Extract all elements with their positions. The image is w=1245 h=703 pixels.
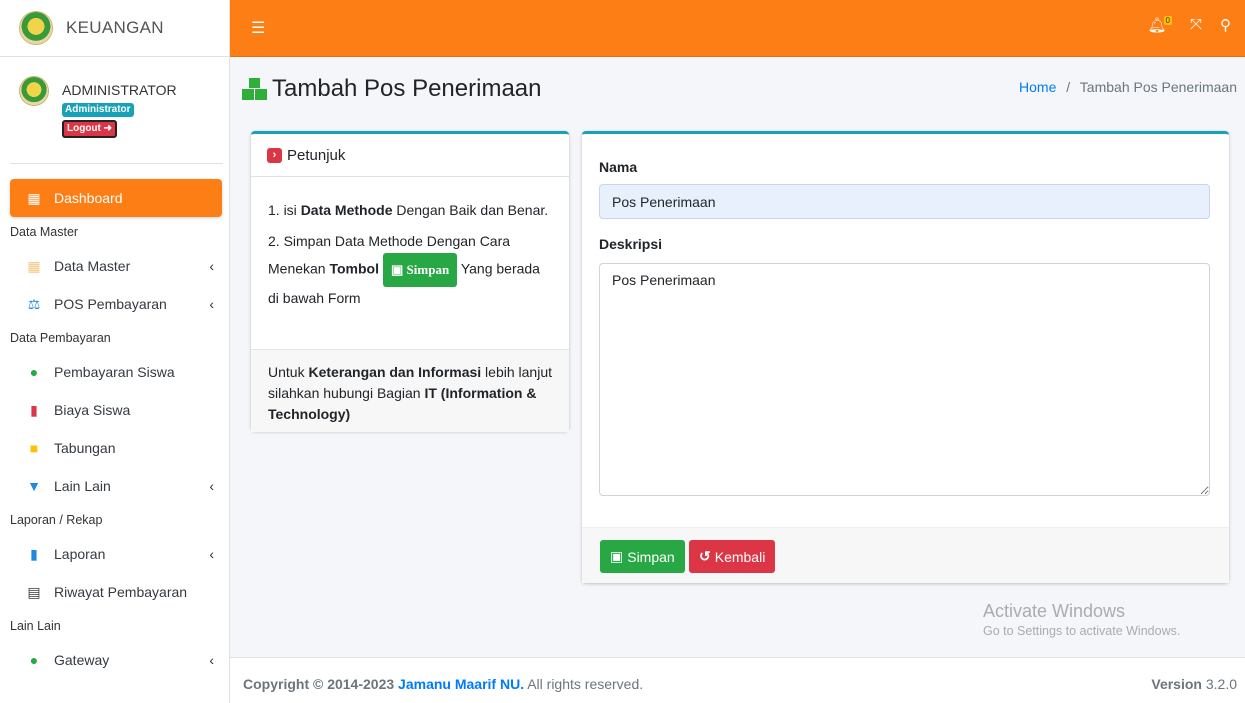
sidebar-divider	[10, 163, 223, 164]
nav-header-data-pembayaran: Data Pembayaran	[10, 331, 111, 345]
brand-link[interactable]: KEUANGAN	[0, 0, 229, 57]
user-icon[interactable]: ⚲	[1220, 16, 1231, 34]
sidebar-item-label: Dashboard	[54, 190, 123, 206]
chevron-left-icon: ‹	[209, 296, 214, 312]
nama-label: Nama	[599, 159, 638, 175]
sidebar-item-riwayat-pembayaran[interactable]: ▤ Riwayat Pembayaran	[10, 573, 222, 611]
file-invoice-icon: ▮	[30, 401, 38, 418]
logout-icon: ➜	[103, 123, 113, 134]
notification-bell-icon[interactable]: 🔔︎0	[1147, 16, 1172, 34]
breadcrumb-separator: /	[1066, 79, 1071, 95]
sidebar-item-pos-pembayaran[interactable]: ⚖ POS Pembayaran ‹	[10, 285, 222, 323]
sidebar-item-dashboard[interactable]: ▦ Dashboard	[10, 179, 222, 217]
form-card: Nama Deskripsi Pos Penerimaan ▣Simpan ↺K…	[582, 131, 1229, 583]
logout-label: Logout	[67, 123, 101, 134]
sidebar-item-label: Tabungan	[54, 440, 116, 456]
sidebar-item-label: Data Master	[54, 258, 131, 274]
example-save-button: ▣ Simpan	[383, 253, 458, 287]
sidebar-item-label: Riwayat Pembayaran	[54, 584, 188, 600]
sidebar-item-label: Biaya Siswa	[54, 402, 131, 418]
petunjuk-title: Petunjuk	[287, 146, 346, 164]
undo-icon: ↺	[699, 548, 711, 564]
user-panel: ADMINISTRATOR Administrator Logout ➜	[0, 57, 229, 163]
fullscreen-icon[interactable]: ⤧	[1190, 16, 1202, 34]
sidebar-item-biaya-siswa[interactable]: ▮ Biaya Siswa	[10, 391, 222, 429]
sidebar-item-laporan[interactable]: ▮ Laporan ‹	[10, 535, 222, 573]
content-header: Tambah Pos Penerimaan Home / Tambah Pos …	[230, 57, 1245, 127]
hamburger-menu-icon[interactable]: ☰	[251, 18, 265, 38]
petunjuk-step-2: 2. Simpan Data Methode Dengan Cara Menek…	[268, 233, 540, 306]
role-badge: Administrator	[62, 103, 134, 117]
form-footer: ▣ Simpan ↺ Kembali	[582, 527, 1229, 583]
chevron-left-icon: ‹	[209, 258, 214, 274]
sidebar-item-pembayaran-siswa[interactable]: ● Pembayaran Siswa	[10, 353, 222, 391]
wechat-icon: ●	[29, 652, 39, 668]
boxes-icon	[242, 78, 268, 100]
brand-title: KEUANGAN	[66, 18, 164, 37]
sidebar-item-label: Gateway	[54, 652, 110, 668]
dollar-circle-icon: ●	[29, 364, 39, 380]
watermark-subtitle: Go to Settings to activate Windows.	[983, 624, 1181, 638]
sidebar-item-label: Lain Lain	[54, 478, 111, 494]
nav-header-data-master: Data Master	[10, 225, 79, 239]
nav-header-lain-lain: Lain Lain	[10, 619, 61, 633]
sidebar-item-tabungan[interactable]: ■ Tabungan	[10, 429, 222, 467]
petunjuk-card: › Petunjuk 1. isi Data Methode Dengan Ba…	[251, 131, 569, 432]
sidebar-item-gateway[interactable]: ● Gateway ‹	[10, 641, 222, 679]
sidebar-item-label: Pembayaran Siswa	[54, 364, 175, 380]
sidebar-item-label: Laporan	[54, 546, 106, 562]
funnel-dollar-icon: ▼	[27, 478, 41, 494]
watermark-title: Activate Windows	[983, 601, 1126, 621]
copy-icon: ▮	[30, 545, 38, 562]
save-icon: ▣	[610, 548, 624, 564]
clipboard-list-icon: ▤	[27, 583, 41, 600]
chevron-left-icon: ‹	[209, 546, 214, 562]
sidebar-nav: ▦ Dashboard Data Master ▦ Data Master ‹ …	[0, 179, 230, 679]
sidebar-item-lain-lain[interactable]: ▼ Lain Lain ‹	[10, 467, 222, 505]
logout-button[interactable]: Logout ➜	[62, 120, 118, 138]
user-avatar	[20, 77, 48, 105]
petunjuk-card-header: › Petunjuk	[251, 134, 569, 177]
page-title: Tambah Pos Penerimaan	[242, 75, 541, 103]
petunjuk-footer: Untuk Keterangan dan Informasi lebih lan…	[251, 349, 569, 432]
nama-input[interactable]	[599, 184, 1210, 219]
breadcrumb: Home / Tambah Pos Penerimaan	[1019, 79, 1237, 95]
sidebar-item-label: POS Pembayaran	[54, 296, 167, 312]
balance-scale-icon: ⚖	[27, 295, 41, 312]
petunjuk-body: 1. isi Data Methode Dengan Baik dan Bena…	[251, 177, 569, 349]
chevron-left-icon: ‹	[209, 478, 214, 494]
deskripsi-label: Deskripsi	[599, 236, 663, 252]
copyright: Copyright © 2014-2023 Jamanu Maarif NU. …	[243, 676, 644, 692]
sidebar-item-data-master[interactable]: ▦ Data Master ‹	[10, 247, 222, 285]
wallet-icon: ■	[29, 440, 39, 456]
user-name[interactable]: ADMINISTRATOR	[62, 81, 229, 99]
grid-icon: ▦	[27, 189, 41, 206]
notification-badge: 0	[1163, 16, 1172, 25]
save-icon: ▣	[391, 262, 404, 277]
save-button[interactable]: ▣ Simpan	[600, 540, 685, 573]
activate-windows-watermark: Activate Windows Go to Settings to activ…	[983, 601, 1180, 641]
sidebar: KEUANGAN ADMINISTRATOR Administrator Log…	[0, 0, 230, 703]
page-title-text: Tambah Pos Penerimaan	[272, 75, 542, 102]
page-footer: Copyright © 2014-2023 Jamanu Maarif NU. …	[230, 657, 1245, 703]
brand-logo	[20, 12, 52, 44]
chevron-right-icon: ›	[267, 147, 282, 163]
top-navbar: ☰ 🔔︎0 ⤧ ⚲	[230, 0, 1245, 57]
chevron-left-icon: ‹	[209, 652, 214, 668]
deskripsi-textarea[interactable]: Pos Penerimaan	[599, 263, 1210, 496]
breadcrumb-home-link[interactable]: Home	[1019, 79, 1056, 95]
org-link[interactable]: Jamanu Maarif NU.	[398, 676, 524, 692]
back-button[interactable]: ↺ Kembali	[689, 540, 776, 573]
breadcrumb-current: Tambah Pos Penerimaan	[1079, 79, 1237, 95]
table-icon: ▦	[27, 257, 41, 274]
version: Version 3.2.0	[1151, 676, 1237, 692]
nav-header-laporan: Laporan / Rekap	[10, 513, 103, 527]
petunjuk-step-1: 1. isi Data Methode Dengan Baik dan Bena…	[268, 202, 549, 218]
